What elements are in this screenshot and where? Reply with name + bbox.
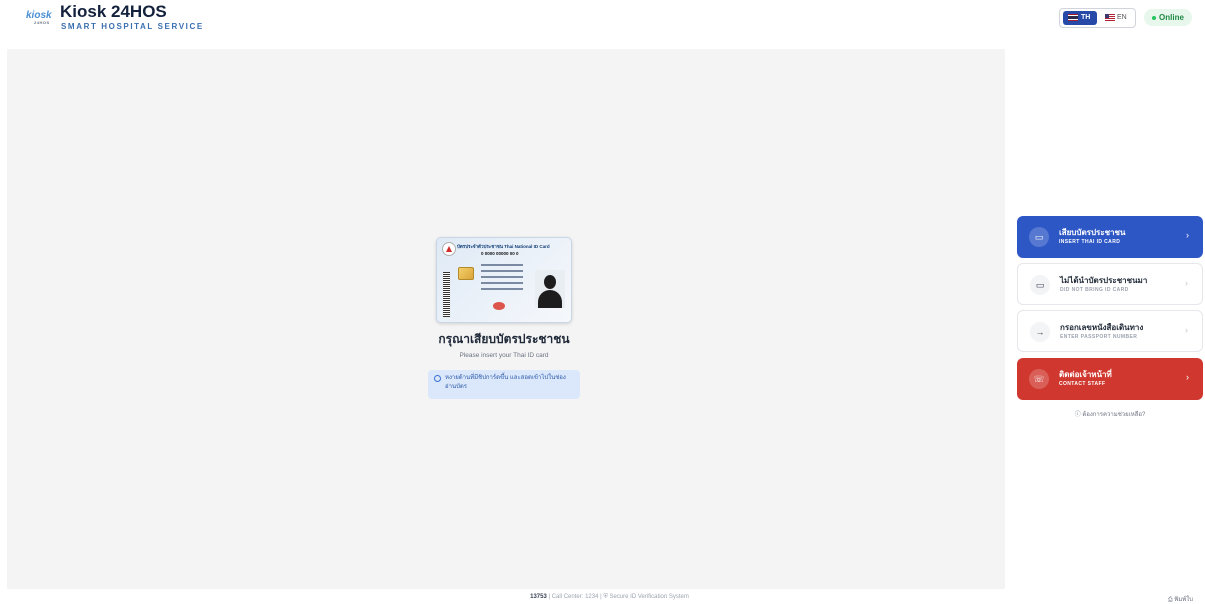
- status-dot-icon: [1152, 15, 1157, 20]
- footer-info: 13753 | Call Center: 1234 | ⛨ Secure ID …: [530, 594, 689, 600]
- card-text-lines: [481, 264, 523, 294]
- help-label: ต้องการความช่วยเหลือ?: [1082, 412, 1146, 418]
- kiosk-id: 13753: [530, 594, 547, 600]
- thai-flag-icon: [1068, 14, 1078, 21]
- lang-th-label: TH: [1081, 14, 1091, 21]
- card-icon: ▭: [1030, 275, 1050, 295]
- status-badge: Online: [1144, 9, 1192, 26]
- lang-th-button[interactable]: TH: [1063, 11, 1097, 25]
- option-label-en: ENTER PASSPORT NUMBER: [1060, 334, 1138, 340]
- lang-en-button[interactable]: EN: [1101, 11, 1135, 25]
- chevron-right-icon: ›: [1186, 372, 1189, 382]
- system-label: Secure ID Verification System: [609, 594, 689, 600]
- option-label-th: เสียบบัตรประชาชน: [1059, 228, 1126, 237]
- print-button[interactable]: ⎙ พิมพ์ใบ: [1168, 594, 1193, 604]
- option-label-th: กรอกเลขหนังสือเดินทาง: [1060, 323, 1144, 332]
- chevron-right-icon: ›: [1185, 278, 1188, 288]
- lang-en-label: EN: [1117, 14, 1127, 21]
- chevron-right-icon: ›: [1186, 230, 1189, 240]
- insert-card-button[interactable]: ▭ เสียบบัตรประชาชน INSERT THAI ID CARD ›: [1017, 216, 1203, 258]
- option-label-en: DID NOT BRING ID CARD: [1060, 287, 1129, 293]
- language-switcher: TH EN: [1059, 8, 1136, 28]
- chevron-right-icon: ›: [1185, 325, 1188, 335]
- print-label: พิมพ์ใบ: [1174, 597, 1193, 603]
- call-center: Call Center: 1234: [551, 594, 599, 600]
- status-label: Online: [1159, 13, 1184, 22]
- passport-button[interactable]: → กรอกเลขหนังสือเดินทาง ENTER PASSPORT N…: [1017, 310, 1203, 352]
- insert-title: กรุณาเสียบบัตรประชาชน: [438, 332, 570, 346]
- header: kiosk 24HOS Kiosk 24HOS SMART HOSPITAL SE…: [0, 0, 1205, 48]
- id-card-icon: ▭: [1029, 227, 1049, 247]
- chip-icon: [458, 267, 474, 280]
- insert-subtitle: Please insert your Thai ID card: [459, 352, 549, 359]
- no-card-button[interactable]: ▭ ไม่ได้นำบัตรประชาชนมา DID NOT BRING ID…: [1017, 263, 1203, 305]
- phone-icon: ☏: [1029, 369, 1049, 389]
- option-label-th: ไม่ได้นำบัตรประชาชนมา: [1060, 276, 1148, 285]
- app-title: Kiosk 24HOS: [60, 2, 167, 21]
- info-hint: หงายด้านที่มีชิปการ์ดขึ้น และสอดเข้าไปใน…: [428, 370, 580, 399]
- id-card-illustration: บัตรประจำตัวประชาชน Thai National ID Car…: [436, 237, 572, 323]
- app-subtitle: SMART HOSPITAL SERVICE: [61, 22, 204, 31]
- help-link[interactable]: ⓘ ต้องการความช่วยเหลือ?: [1017, 409, 1203, 419]
- card-title: บัตรประจำตัวประชาชน Thai National ID Car…: [457, 244, 550, 249]
- option-label-th: ติดต่อเจ้าหน้าที่: [1059, 370, 1112, 379]
- arrow-right-icon: →: [1030, 322, 1050, 342]
- card-number: 0 0000 00000 00 0: [481, 251, 519, 256]
- portrait-icon: [535, 270, 565, 308]
- info-text: หงายด้านที่มีชิปการ์ดขึ้น และสอดเข้าไปใน…: [445, 375, 566, 390]
- barcode-icon: [443, 272, 450, 317]
- footer: 13753 | Call Center: 1234 | ⛨ Secure ID …: [7, 590, 1205, 604]
- contact-staff-button[interactable]: ☏ ติดต่อเจ้าหน้าที่ CONTACT STAFF ›: [1017, 358, 1203, 400]
- info-icon: [434, 375, 441, 382]
- us-flag-icon: [1105, 14, 1115, 21]
- kiosk-logo: kiosk 24HOS: [26, 10, 52, 25]
- seal-icon: [493, 302, 505, 310]
- option-label-en: CONTACT STAFF: [1059, 381, 1106, 387]
- option-label-en: INSERT THAI ID CARD: [1059, 239, 1121, 245]
- garuda-emblem-icon: [442, 242, 456, 256]
